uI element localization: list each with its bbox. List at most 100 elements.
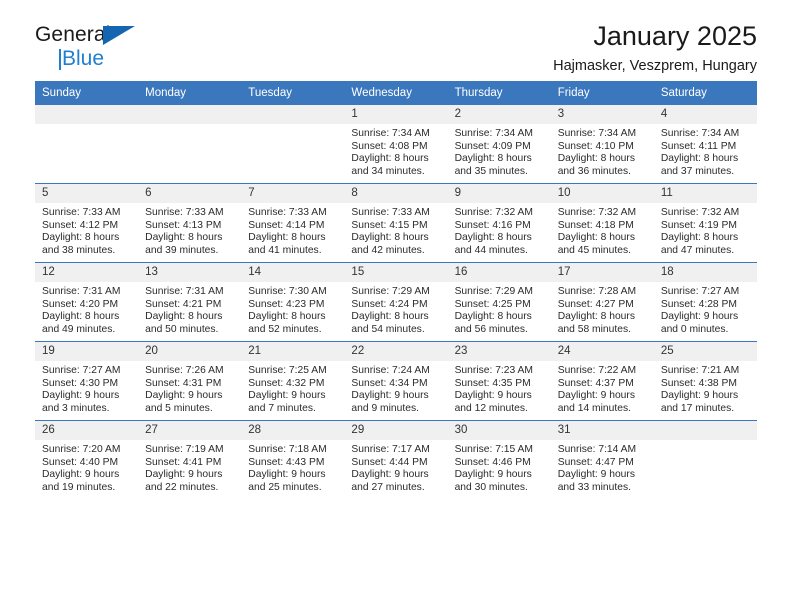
sunrise-time: Sunrise: 7:32 AM <box>660 207 740 218</box>
daylight-duration-line2: and 27 minutes. <box>351 481 425 493</box>
daylight-duration-line1: Daylight: 8 hours <box>351 311 429 323</box>
daylight-duration-line1: Daylight: 8 hours <box>145 311 223 323</box>
daylight-duration-line2: and 33 minutes. <box>557 481 631 493</box>
day-cell[interactable]: 27 Sunrise: 7:19 AM Sunset: 4:41 PM Dayligh… <box>138 420 242 499</box>
daylight-duration-line2: and 0 minutes. <box>660 323 729 335</box>
day-cell[interactable]: 11 Sunrise: 7:32 AM Sunset: 4:19 PM Dayligh… <box>653 183 757 263</box>
daylight-duration-line2: and 54 minutes. <box>351 323 425 335</box>
day-details: Sunrise: 7:33 AM Sunset: 4:12 PM Daylight:… <box>35 203 138 257</box>
daylight-duration-line1: Daylight: 9 hours <box>557 469 635 481</box>
day-cell[interactable]: 1 Sunrise: 7:34 AM Sunset: 4:08 PM Daylight… <box>344 105 448 184</box>
day-number: 2 <box>447 105 551 124</box>
day-cell[interactable]: 8 Sunrise: 7:33 AM Sunset: 4:15 PM Daylight… <box>344 183 448 263</box>
daylight-duration-line1: Daylight: 8 hours <box>660 232 739 244</box>
day-number: 7 <box>241 184 345 203</box>
daylight-duration-line1: Daylight: 9 hours <box>42 469 120 481</box>
daylight-duration-line2: and 58 minutes. <box>557 323 631 335</box>
day-cell[interactable]: 2 Sunrise: 7:34 AM Sunset: 4:09 PM Daylight… <box>447 105 551 184</box>
daylight-duration-line1: Daylight: 8 hours <box>454 232 532 244</box>
day-cell[interactable]: 19 Sunrise: 7:27 AM Sunset: 4:30 PM Dayligh… <box>35 341 139 421</box>
day-cell[interactable]: 31 Sunrise: 7:14 AM Sunset: 4:47 PM Dayligh… <box>550 420 654 499</box>
daylight-duration-line2: and 14 minutes. <box>557 402 631 414</box>
day-cell[interactable]: 25 Sunrise: 7:21 AM Sunset: 4:38 PM Dayligh… <box>653 341 757 421</box>
daylight-duration-line2: and 30 minutes. <box>454 481 528 493</box>
day-cell[interactable]: 29 Sunrise: 7:17 AM Sunset: 4:44 PM Dayligh… <box>344 420 448 499</box>
sunrise-time: Sunrise: 7:22 AM <box>557 365 637 376</box>
day-cell[interactable]: 7 Sunrise: 7:33 AM Sunset: 4:14 PM Daylight… <box>241 183 345 263</box>
day-details: Sunrise: 7:15 AM Sunset: 4:46 PM Daylight:… <box>448 440 551 494</box>
day-cell[interactable]: 23 Sunrise: 7:23 AM Sunset: 4:35 PM Dayligh… <box>447 341 551 421</box>
sunrise-time: Sunrise: 7:26 AM <box>145 365 224 376</box>
day-cell[interactable]: 10 Sunrise: 7:32 AM Sunset: 4:18 PM Dayligh… <box>550 183 654 263</box>
daylight-duration-line1: Daylight: 9 hours <box>248 390 326 402</box>
day-cell[interactable]: 5 Sunrise: 7:33 AM Sunset: 4:12 PM Daylight… <box>35 183 139 263</box>
day-number <box>35 105 139 124</box>
daylight-duration-line2: and 49 minutes. <box>42 323 116 335</box>
day-cell[interactable]: 20 Sunrise: 7:26 AM Sunset: 4:31 PM Dayligh… <box>138 341 242 421</box>
day-details: Sunrise: 7:18 AM Sunset: 4:43 PM Daylight:… <box>241 440 344 494</box>
daylight-duration-line1: Daylight: 9 hours <box>660 390 739 402</box>
day-cell[interactable]: 12 Sunrise: 7:31 AM Sunset: 4:20 PM Dayligh… <box>35 262 139 342</box>
day-cell[interactable]: 26 Sunrise: 7:20 AM Sunset: 4:40 PM Dayligh… <box>35 420 139 499</box>
day-number: 10 <box>550 184 654 203</box>
daylight-duration-line2: and 9 minutes. <box>351 402 419 414</box>
daylight-duration-line1: Daylight: 8 hours <box>145 232 223 244</box>
day-cell[interactable]: 9 Sunrise: 7:32 AM Sunset: 4:16 PM Daylight… <box>447 183 551 263</box>
day-details: Sunrise: 7:32 AM Sunset: 4:19 PM Daylight:… <box>654 203 757 257</box>
masthead: General Blue January 2025 Hajmasker, Ves… <box>35 0 757 75</box>
sunset-time: Sunset: 4:38 PM <box>660 377 737 389</box>
day-number: 24 <box>550 342 654 361</box>
day-cell[interactable]: 16 Sunrise: 7:29 AM Sunset: 4:25 PM Dayligh… <box>447 262 551 342</box>
day-cell[interactable]: 15 Sunrise: 7:29 AM Sunset: 4:24 PM Dayligh… <box>344 262 448 342</box>
day-number: 4 <box>653 105 757 124</box>
day-details: Sunrise: 7:29 AM Sunset: 4:25 PM Daylight:… <box>448 282 551 336</box>
day-number: 3 <box>550 105 654 124</box>
daylight-duration-line1: Daylight: 9 hours <box>42 390 120 402</box>
daylight-duration-line1: Daylight: 9 hours <box>660 311 739 323</box>
sunrise-time: Sunrise: 7:25 AM <box>248 365 327 376</box>
day-cell[interactable]: 30 Sunrise: 7:15 AM Sunset: 4:46 PM Dayligh… <box>447 420 551 499</box>
day-details: Sunrise: 7:22 AM Sunset: 4:37 PM Daylight:… <box>551 361 654 415</box>
calendar-week-row: 19 Sunrise: 7:27 AM Sunset: 4:30 PM Dayligh… <box>35 341 757 421</box>
day-details: Sunrise: 7:34 AM Sunset: 4:10 PM Daylight:… <box>551 124 654 178</box>
day-cell[interactable]: 4 Sunrise: 7:34 AM Sunset: 4:11 PM Daylight… <box>653 105 757 184</box>
sunset-time: Sunset: 4:21 PM <box>145 298 222 310</box>
daylight-duration-line1: Daylight: 8 hours <box>557 232 635 244</box>
day-details: Sunrise: 7:34 AM Sunset: 4:11 PM Daylight:… <box>654 124 757 178</box>
day-number: 12 <box>35 263 139 282</box>
sunrise-time: Sunrise: 7:27 AM <box>42 365 121 376</box>
day-cell[interactable]: 24 Sunrise: 7:22 AM Sunset: 4:37 PM Dayligh… <box>550 341 654 421</box>
sunset-time: Sunset: 4:34 PM <box>351 377 428 389</box>
day-cell[interactable]: 17 Sunrise: 7:28 AM Sunset: 4:27 PM Dayligh… <box>550 262 654 342</box>
day-cell[interactable]: 14 Sunrise: 7:30 AM Sunset: 4:23 PM Dayligh… <box>241 262 345 342</box>
daylight-duration-line2: and 17 minutes. <box>660 402 735 414</box>
day-details: Sunrise: 7:23 AM Sunset: 4:35 PM Daylight:… <box>448 361 551 415</box>
sunset-time: Sunset: 4:10 PM <box>557 140 634 152</box>
sunrise-time: Sunrise: 7:33 AM <box>145 207 224 218</box>
sunset-time: Sunset: 4:19 PM <box>660 219 737 231</box>
sunrise-time: Sunrise: 7:29 AM <box>454 286 533 297</box>
day-cell[interactable]: 28 Sunrise: 7:18 AM Sunset: 4:43 PM Dayligh… <box>241 420 345 499</box>
sunrise-time: Sunrise: 7:18 AM <box>248 444 327 455</box>
day-cell[interactable]: 6 Sunrise: 7:33 AM Sunset: 4:13 PM Daylight… <box>138 183 242 263</box>
day-cell[interactable]: 18 Sunrise: 7:27 AM Sunset: 4:28 PM Dayligh… <box>653 262 757 342</box>
weekday-header-monday: Monday <box>138 81 242 105</box>
sunrise-time: Sunrise: 7:32 AM <box>454 207 533 218</box>
day-number: 26 <box>35 421 139 440</box>
day-details: Sunrise: 7:28 AM Sunset: 4:27 PM Daylight:… <box>551 282 654 336</box>
day-cell[interactable]: 21 Sunrise: 7:25 AM Sunset: 4:32 PM Dayligh… <box>241 341 345 421</box>
daylight-duration-line1: Daylight: 8 hours <box>454 153 532 165</box>
day-cell[interactable]: 3 Sunrise: 7:34 AM Sunset: 4:10 PM Daylight… <box>550 105 654 184</box>
daylight-duration-line1: Daylight: 9 hours <box>145 390 223 402</box>
day-cell[interactable]: 22 Sunrise: 7:24 AM Sunset: 4:34 PM Dayligh… <box>344 341 448 421</box>
day-details: Sunrise: 7:31 AM Sunset: 4:20 PM Daylight:… <box>35 282 138 336</box>
day-cell[interactable]: 13 Sunrise: 7:31 AM Sunset: 4:21 PM Dayligh… <box>138 262 242 342</box>
daylight-duration-line1: Daylight: 8 hours <box>248 232 326 244</box>
day-details: Sunrise: 7:31 AM Sunset: 4:21 PM Daylight:… <box>138 282 241 336</box>
general-blue-logo[interactable]: General Blue <box>35 24 165 72</box>
daylight-duration-line2: and 36 minutes. <box>557 165 631 177</box>
day-details: Sunrise: 7:24 AM Sunset: 4:34 PM Daylight:… <box>344 361 447 415</box>
sunset-time: Sunset: 4:32 PM <box>248 377 325 389</box>
daylight-duration-line2: and 41 minutes. <box>248 244 322 256</box>
sunrise-time: Sunrise: 7:19 AM <box>145 444 224 455</box>
